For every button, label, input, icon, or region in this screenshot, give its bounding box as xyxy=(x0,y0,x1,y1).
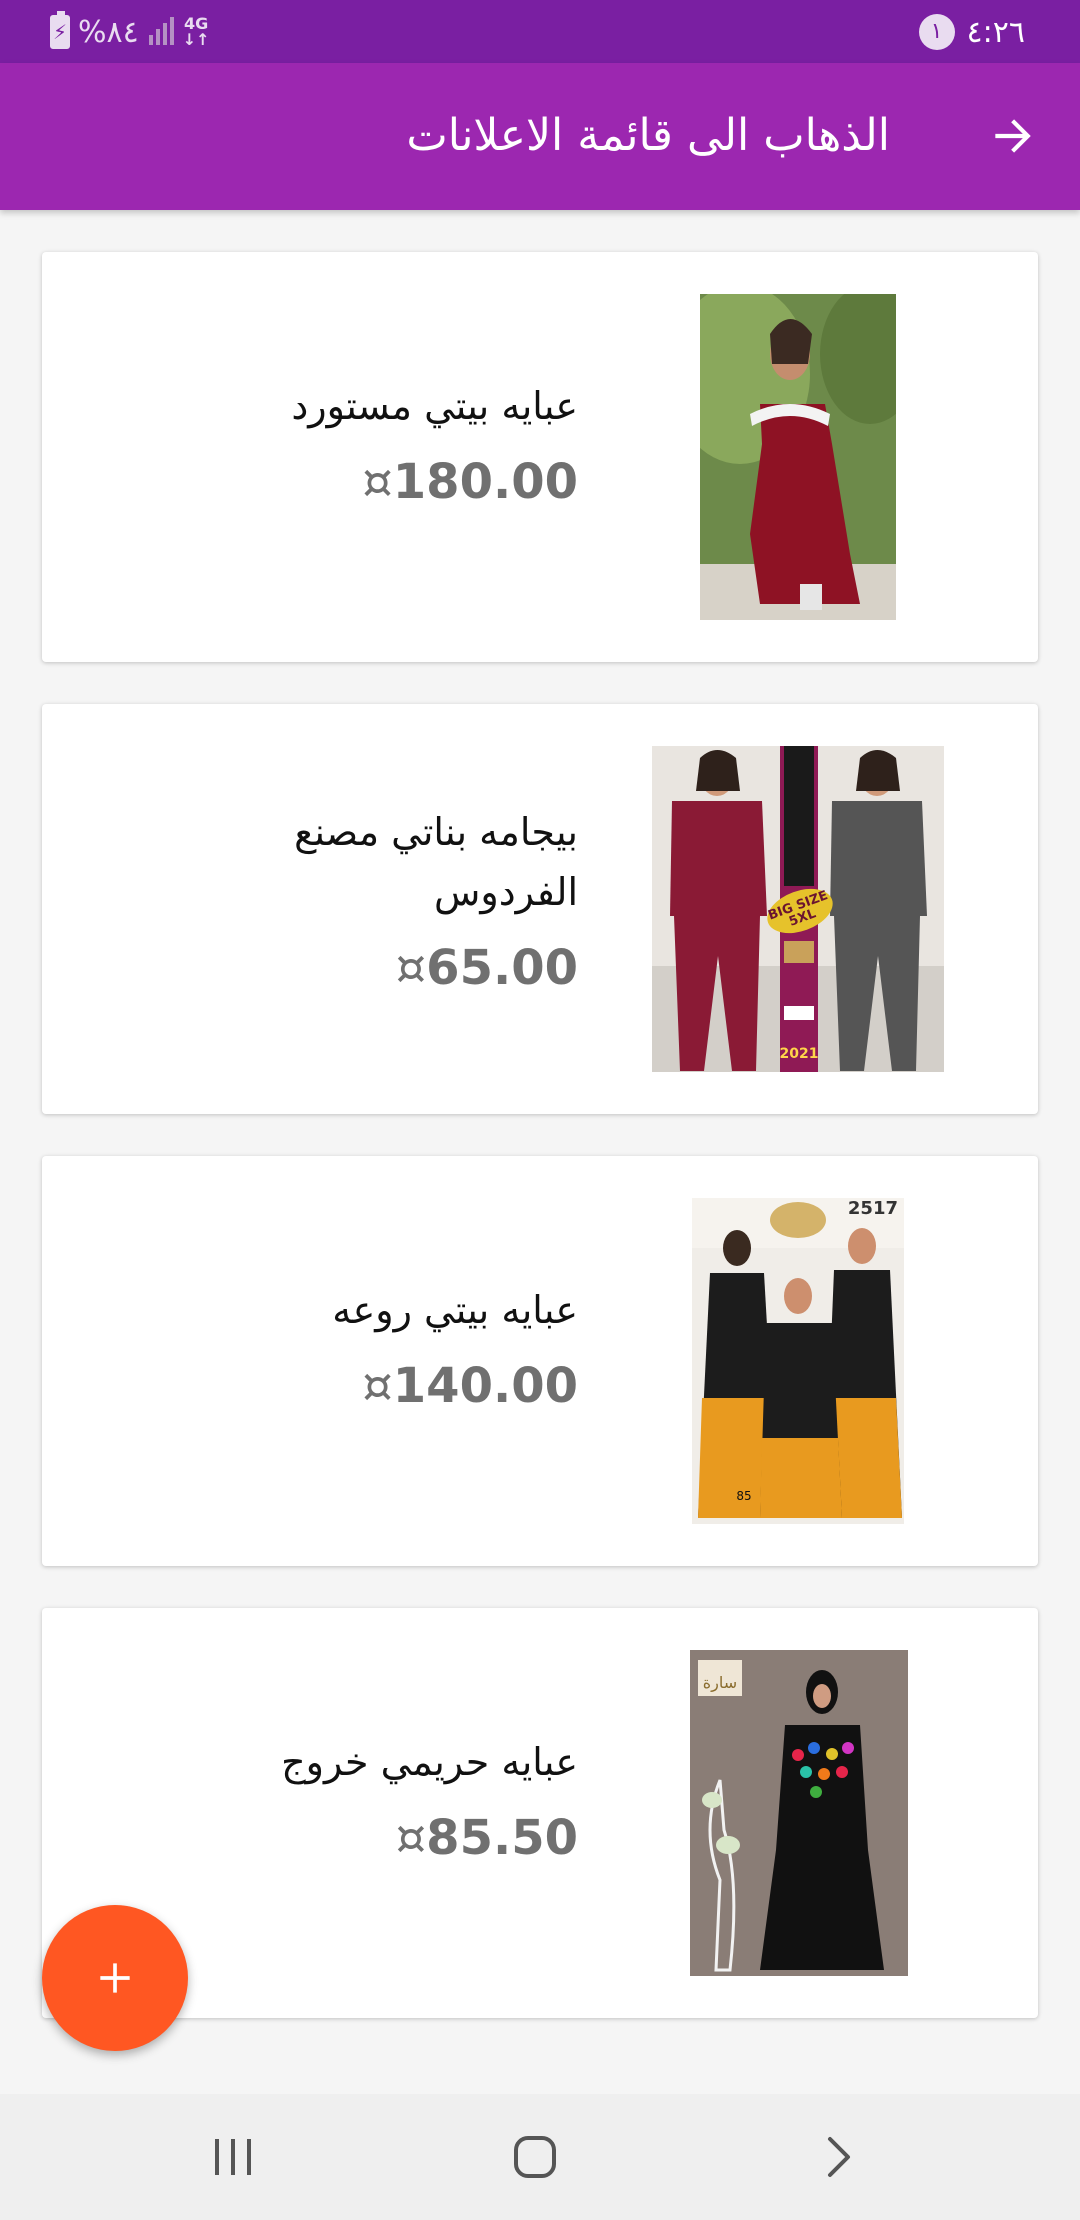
home-button[interactable] xyxy=(490,2122,580,2192)
product-image: 2517 85 xyxy=(692,1198,904,1524)
listing-text: عبايه بيتي مستورد ¤180.00 xyxy=(158,376,578,514)
listing-card[interactable]: 2517 85 عبايه بيتي روعه ¤140.00 xyxy=(42,1156,1038,1566)
system-nav-bar xyxy=(0,2094,1080,2220)
app-title: الذهاب الى قائمة الاعلانات xyxy=(406,110,890,161)
clock: ٤:٢٦ xyxy=(966,14,1025,50)
product-image xyxy=(700,294,896,620)
product-image: سارة xyxy=(690,1650,908,1976)
listing-title: عبايه حريمي خروج xyxy=(281,1740,578,1784)
listing-text: عبايه حريمي خروج ¤85.50 xyxy=(158,1732,578,1870)
listing-title: بيجامه بناتي مصنع الفردوس xyxy=(294,810,578,914)
listing-price: ¤85.50 xyxy=(158,1806,578,1870)
listing-price: ¤180.00 xyxy=(158,450,578,514)
battery-icon: ⚡ xyxy=(50,11,70,49)
recent-apps-icon xyxy=(215,2139,251,2175)
currency-symbol: ¤ xyxy=(362,454,393,510)
plus-icon xyxy=(100,1963,130,1993)
listing-text: بيجامه بناتي مصنع الفردوس ¤65.00 xyxy=(158,802,578,1000)
chevron-right-icon xyxy=(828,2137,850,2177)
listing-card[interactable]: سارة عبايه حريمي خروج ¤85.50 xyxy=(42,1608,1038,2018)
back-button[interactable] xyxy=(974,98,1050,174)
battery-level: %٨٤ xyxy=(78,14,139,50)
listing-price: ¤140.00 xyxy=(158,1354,578,1418)
currency-symbol: ¤ xyxy=(395,1810,427,1866)
price-value: 180.00 xyxy=(392,454,578,510)
overlay-text-year: 2021 xyxy=(780,1046,819,1062)
product-image: BIG SIZE 5XL 2021 xyxy=(652,746,944,1072)
price-value: 85.50 xyxy=(426,1810,578,1866)
listing-title: عبايه بيتي روعه xyxy=(332,1288,578,1332)
app-bar: الذهاب الى قائمة الاعلانات xyxy=(0,63,1080,210)
currency-symbol: ¤ xyxy=(395,940,427,996)
price-value: 140.00 xyxy=(392,1358,578,1414)
network-icon: 4G ↓↑ xyxy=(183,16,210,48)
listing-text: عبايه بيتي روعه ¤140.00 xyxy=(158,1280,578,1418)
system-back-button[interactable] xyxy=(794,2122,884,2192)
notification-badge: ١ xyxy=(918,14,955,50)
signal-icon xyxy=(147,17,175,47)
arrow-right-icon xyxy=(995,119,1031,153)
home-icon xyxy=(514,2136,556,2178)
data-arrows-icon: ↓↑ xyxy=(182,30,210,49)
listing-price: ¤65.00 xyxy=(158,936,578,1000)
currency-symbol: ¤ xyxy=(362,1358,393,1414)
listing-card[interactable]: عبايه بيتي مستورد ¤180.00 xyxy=(42,252,1038,662)
recent-apps-button[interactable] xyxy=(188,2122,278,2192)
overlay-text-number: 85 xyxy=(736,1489,751,1503)
status-left: ⚡ %٨٤ 4G ↓↑ xyxy=(50,11,210,52)
price-value: 65.00 xyxy=(426,940,578,996)
brand-logo-text: سارة xyxy=(703,1673,737,1693)
overlay-text-model: 2517 xyxy=(848,1198,898,1219)
status-bar: ⚡ %٨٤ 4G ↓↑ ١ ٤:٢٦ xyxy=(0,0,1080,63)
listing-title: عبايه بيتي مستورد xyxy=(291,384,578,428)
status-right: ١ ٤:٢٦ xyxy=(918,12,1025,52)
add-listing-button[interactable] xyxy=(42,1905,188,2051)
listing-card[interactable]: BIG SIZE 5XL 2021 بيجامه بناتي مصنع الفر… xyxy=(42,704,1038,1114)
